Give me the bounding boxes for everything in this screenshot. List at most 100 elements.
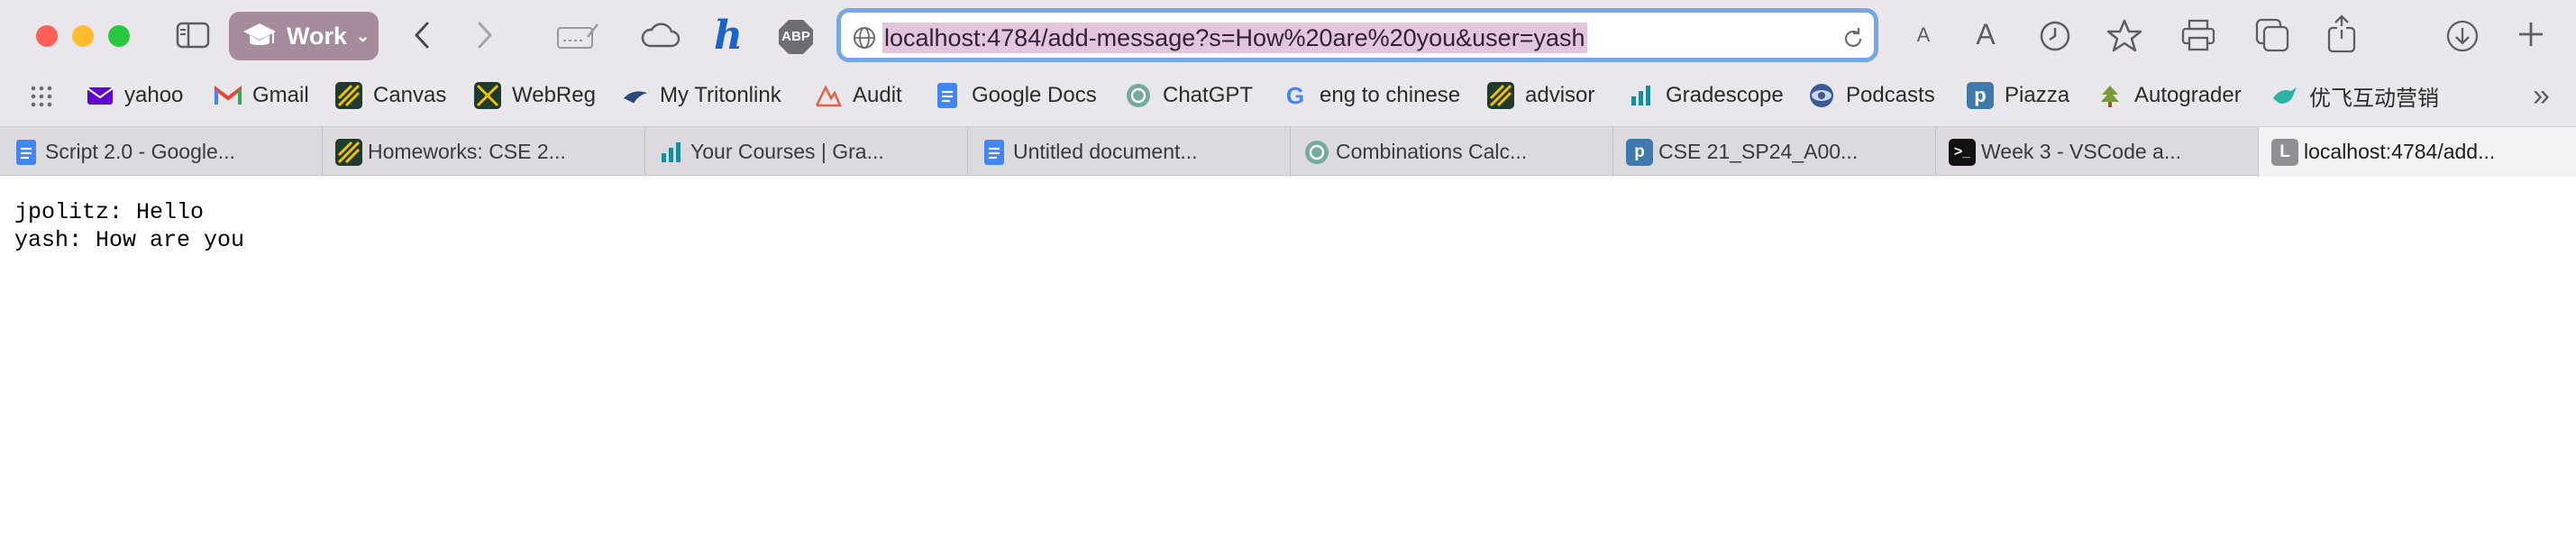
forward-icon[interactable] (470, 18, 499, 52)
bookmark-label: eng to chinese (1320, 83, 1461, 107)
text-smaller-label: A (1916, 23, 1931, 46)
bookmark-label: ChatGPT (1163, 83, 1254, 107)
letter-l-icon: L (2271, 139, 2298, 166)
close-window-button[interactable] (36, 25, 58, 47)
bookmark-label: WebReg (512, 83, 596, 107)
globe-icon (852, 25, 877, 50)
abp-icon[interactable]: ABP (777, 18, 815, 56)
bookmark-label: Gradescope (1666, 83, 1784, 107)
tab-label: Week 3 - VSCode a... (1981, 140, 2182, 163)
bookmark-google-docs[interactable]: Google Docs (934, 78, 1097, 114)
tab-untitled-document[interactable]: Untitled document... (968, 127, 1291, 177)
text-larger-icon[interactable]: A (1972, 16, 1999, 52)
gradescope-icon (658, 139, 685, 166)
bookmark-gradescope[interactable]: Gradescope (1628, 78, 1784, 114)
reload-icon[interactable] (1840, 25, 1867, 52)
tab-cse21[interactable]: p CSE 21_SP24_A00... (1613, 127, 1936, 177)
audit-icon (815, 82, 842, 109)
bookmark-canvas[interactable]: Canvas (335, 78, 446, 114)
bird-icon (2271, 82, 2298, 109)
autograder-icon (2096, 82, 2124, 109)
history-icon[interactable] (2037, 18, 2073, 54)
chatgpt-icon (1303, 139, 1330, 166)
cloud-icon[interactable] (638, 20, 681, 50)
tab-script[interactable]: Script 2.0 - Google... (0, 127, 323, 177)
tabs-overview-icon[interactable] (2253, 16, 2291, 54)
bookmark-label: Google Docs (972, 83, 1097, 107)
print-icon[interactable] (2179, 18, 2217, 52)
bookmark-webreg[interactable]: WebReg (474, 78, 596, 114)
google-docs-icon (934, 82, 961, 109)
tab-combinations[interactable]: Combinations Calc... (1291, 127, 1613, 177)
bookmark-advisor[interactable]: advisor (1487, 78, 1594, 114)
address-bar[interactable]: localhost:4784/add-message?s=How%20are%2… (836, 8, 1878, 62)
piazza-icon: p (1967, 82, 1994, 109)
tab-localhost-active[interactable]: L localhost:4784/add... (2259, 127, 2576, 177)
bookmark-label: Autograder (2134, 83, 2242, 107)
back-icon[interactable] (407, 18, 436, 52)
chatgpt-icon (1125, 82, 1152, 109)
tab-label: Combinations Calc... (1336, 140, 1528, 163)
tab-homeworks[interactable]: Homeworks: CSE 2... (323, 127, 645, 177)
page-content: jpolitz: Hello yash: How are you (0, 177, 2576, 557)
bookmark-tritonlink[interactable]: My Tritonlink (622, 78, 781, 114)
tab-your-courses[interactable]: Your Courses | Gra... (645, 127, 968, 177)
bookmark-podcasts[interactable]: Podcasts (1808, 78, 1935, 114)
bookmark-star-icon[interactable] (2106, 16, 2143, 54)
tab-label: Untitled document... (1013, 140, 1198, 163)
bookmark-label: advisor (1525, 83, 1595, 107)
bookmark-piazza[interactable]: p Piazza (1967, 78, 2069, 114)
podcasts-icon (1808, 82, 1835, 109)
zoom-window-button[interactable] (108, 25, 130, 47)
apps-grid-icon[interactable] (29, 84, 54, 109)
profile-switcher-button[interactable]: Work ⌄ (229, 12, 379, 60)
bookmark-audit[interactable]: Audit (815, 78, 902, 114)
yahoo-mail-icon (87, 82, 114, 109)
tab-label: localhost:4784/add... (2304, 140, 2496, 163)
chevron-double-right-icon: » (2533, 78, 2550, 113)
message-line: jpolitz: Hello (14, 199, 205, 225)
sidebar-icon[interactable] (175, 20, 211, 50)
profile-label: Work (287, 22, 348, 50)
bookmark-gmail[interactable]: Gmail (215, 78, 309, 114)
downloads-icon[interactable] (2444, 18, 2480, 54)
bookmark-youfei[interactable]: 优飞互动营销 (2271, 78, 2439, 114)
signature-icon[interactable] (555, 20, 600, 52)
google-docs-icon (13, 139, 40, 166)
honey-label: h (714, 12, 743, 59)
share-icon[interactable] (2324, 13, 2360, 54)
webreg-icon (474, 82, 501, 109)
bookmark-label: yahoo (124, 83, 184, 107)
bookmarks-overflow-button[interactable]: » (2533, 78, 2550, 114)
honey-icon[interactable]: h (710, 12, 746, 59)
bookmark-label: 优飞互动营销 (2309, 86, 2439, 111)
abp-label: ABP (781, 29, 810, 44)
canvas-icon (335, 82, 362, 109)
tab-label: Homeworks: CSE 2... (368, 140, 566, 163)
tritonlink-icon (622, 82, 649, 109)
tab-week3-vscode[interactable]: >_ Week 3 - VSCode a... (1936, 127, 2259, 177)
gradescope-icon (1628, 82, 1655, 109)
message-log: jpolitz: Hello yash: How are you (14, 198, 244, 254)
new-tab-icon[interactable] (2515, 18, 2547, 50)
bookmark-yahoo[interactable]: yahoo (87, 78, 183, 114)
terminal-icon: >_ (1949, 139, 1976, 166)
canvas-icon (335, 139, 362, 166)
browser-chrome: Work ⌄ h ABP localhost:4784/add-message?… (0, 0, 2576, 177)
bookmark-label: Gmail (252, 83, 309, 107)
tab-label: Your Courses | Gra... (690, 140, 884, 163)
text-smaller-icon[interactable]: A (1914, 22, 1932, 49)
bookmark-chatgpt[interactable]: ChatGPT (1125, 78, 1253, 114)
tab-strip: Script 2.0 - Google... Homeworks: CSE 2.… (0, 126, 2576, 177)
bookmark-autograder[interactable]: Autograder (2096, 78, 2242, 114)
bookmark-eng-to-chinese[interactable]: G eng to chinese (1282, 78, 1460, 114)
minimize-window-button[interactable] (72, 25, 94, 47)
url-text[interactable]: localhost:4784/add-message?s=How%20are%2… (882, 23, 1587, 53)
bookmark-label: Piazza (2005, 83, 2070, 107)
message-line: yash: How are you (14, 227, 245, 253)
graduation-cap-icon (243, 23, 276, 45)
piazza-icon: p (1626, 139, 1653, 166)
google-docs-icon (981, 139, 1008, 166)
bookmark-label: Audit (853, 83, 902, 107)
advisor-icon (1487, 82, 1514, 109)
